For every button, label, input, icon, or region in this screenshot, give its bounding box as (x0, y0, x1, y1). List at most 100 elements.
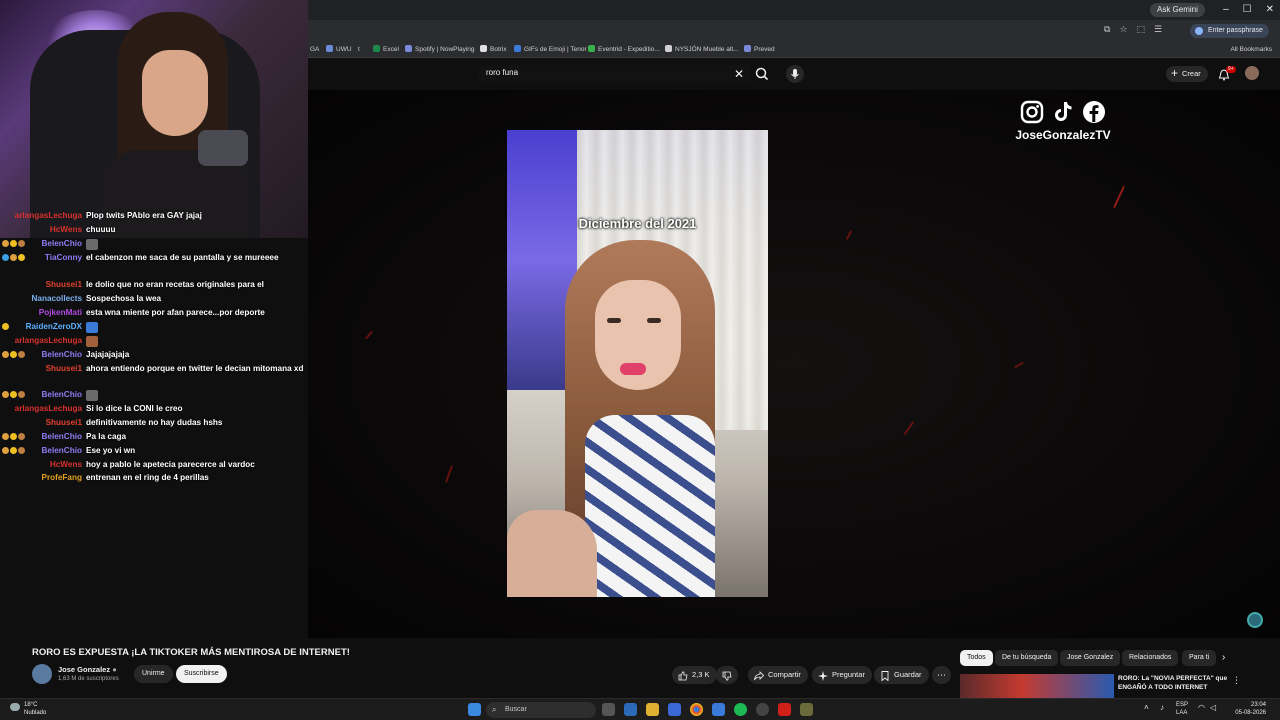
bookmark-item[interactable]: Excel (373, 44, 399, 56)
account-avatar[interactable] (1245, 66, 1259, 80)
bookmark-item[interactable]: Spotify | NowPlaying (405, 44, 475, 56)
bookmark-item[interactable]: t (358, 44, 360, 56)
install-icon[interactable]: ⧉ (1104, 24, 1110, 35)
bookmark-item[interactable]: GA (310, 44, 319, 56)
instagram-icon (1020, 100, 1044, 124)
extensions-icon[interactable]: ⬚ (1137, 24, 1146, 35)
bookmark-item[interactable]: NYSJÓN Mueble alt... (665, 44, 739, 56)
join-button[interactable]: Unirme (134, 665, 173, 683)
extension-bubble-icon[interactable] (1247, 612, 1263, 628)
chat-text: el cabenzon me saca de su pantalla y se … (86, 253, 279, 262)
save-button[interactable]: Guardar (874, 666, 929, 684)
bookmark-item[interactable]: UWU (326, 44, 352, 56)
taskbar-search[interactable]: ⌕ Buscar (486, 702, 596, 718)
related-video-thumbnail[interactable] (960, 674, 1114, 698)
obs-icon[interactable] (756, 703, 769, 716)
streamer-face (142, 50, 208, 136)
chip-related[interactable]: Relacionados (1122, 650, 1179, 666)
chip-for-you[interactable]: Para ti (1182, 650, 1217, 666)
chat-text: Ese yo vi wn (86, 446, 136, 455)
app-icon[interactable] (778, 703, 791, 716)
enter-passphrase-button[interactable]: Enter passphrase (1190, 24, 1269, 38)
language-indicator[interactable]: ESP LAA (1176, 701, 1188, 717)
chat-username: BelenChio (41, 350, 83, 359)
ask-button[interactable]: Preguntar (812, 666, 872, 684)
bookmark-item[interactable]: Eventrid - Expeditio... (588, 44, 660, 56)
store-icon[interactable] (668, 703, 681, 716)
chip-channel[interactable]: Jose Gonzalez (1060, 650, 1121, 666)
tray-chevron-icon[interactable]: ˄ (1144, 703, 1149, 712)
app-icon[interactable] (712, 703, 725, 716)
video-player[interactable]: Diciembre del 2021 JoseGonzalezTV (308, 90, 1280, 638)
clip-caption: Diciembre del 2021 (578, 216, 697, 231)
chat-text: hoy a pablo le apetecia parecerce al var… (86, 460, 255, 469)
chat-text: Sospechosa la wea (86, 294, 162, 303)
chat-text (86, 239, 306, 251)
task-view-icon[interactable] (602, 703, 615, 716)
sparkle-icon (818, 670, 828, 681)
chat-username: BelenChio (41, 432, 83, 441)
bookmark-item[interactable]: Botrix (480, 44, 507, 56)
user-badges (2, 240, 25, 247)
user-badges (2, 433, 25, 440)
person-eye (607, 318, 621, 323)
channel-handle: JoseGonzalezTV (1015, 128, 1111, 142)
person-arm (507, 510, 597, 597)
subscribe-button[interactable]: Suscribirse (176, 665, 227, 683)
search-query: roro funa (486, 68, 519, 77)
ember-decoration (1014, 361, 1024, 369)
clock[interactable]: 23:04 05-08-2026 (1235, 701, 1266, 717)
person-dress (585, 415, 715, 597)
microphone-icon[interactable] (786, 65, 804, 83)
person-lips (620, 363, 646, 375)
verified-icon: ● (112, 665, 117, 674)
share-button[interactable]: Compartir (748, 666, 808, 684)
chat-text: Pa la caga (86, 432, 127, 441)
chip-all[interactable]: Todos (960, 650, 993, 666)
volume-icon[interactable]: ◁ (1210, 703, 1216, 712)
close-window-button[interactable]: ✕ (1266, 2, 1274, 18)
related-menu-icon[interactable]: ⋮ (1232, 675, 1241, 686)
start-menu-icon[interactable] (468, 703, 481, 716)
chat-username: arlangasLechuga (14, 211, 82, 220)
minimize-button[interactable]: – (1223, 2, 1229, 18)
tiktok-icon (1051, 100, 1075, 124)
chat-text: definitivamente no hay dudas hshs (86, 418, 223, 427)
window-controls: – ☐ ✕ (1223, 2, 1274, 18)
widgets-icon[interactable] (624, 703, 637, 716)
bookmark-star-icon[interactable]: ☆ (1119, 24, 1127, 35)
like-button[interactable]: 2,3 K (672, 666, 717, 684)
chevron-right-icon[interactable]: › (1222, 652, 1225, 663)
app-icon[interactable] (800, 703, 813, 716)
create-button[interactable]: Crear (1166, 65, 1208, 82)
file-explorer-icon[interactable] (646, 703, 659, 716)
chat-text: entrenan en el ring de 4 perillas (86, 473, 209, 482)
ask-gemini-button[interactable]: Ask Gemini (1150, 3, 1205, 17)
chat-username: Shuusei1 (45, 364, 82, 373)
spotify-icon[interactable] (734, 703, 747, 716)
weather-widget[interactable]: 18°C Nublado (10, 701, 46, 717)
ember-decoration (365, 330, 373, 340)
clear-search-icon[interactable]: ✕ (734, 66, 744, 82)
chat-username: HcWens (49, 225, 82, 234)
tab-search-icon[interactable]: ☰ (1154, 24, 1162, 35)
chrome-icon[interactable] (690, 703, 703, 716)
bookmark-item[interactable]: Preved (744, 44, 775, 56)
chat-text: le dolio que no eran recetas originales … (86, 280, 264, 289)
all-bookmarks-button[interactable]: All Bookmarks (1230, 44, 1272, 56)
mic-tray-icon[interactable]: ♪ (1160, 703, 1164, 712)
related-video-title[interactable]: RORO: La "NOVIA PERFECTA" que ENGAÑÓ A T… (1118, 674, 1228, 692)
wifi-icon[interactable]: ◠ (1198, 703, 1205, 712)
channel-avatar[interactable] (32, 664, 52, 684)
ember-decoration (1113, 185, 1125, 209)
channel-name[interactable]: Jose Gonzalez ● (58, 665, 117, 674)
dislike-button[interactable] (716, 666, 738, 684)
chip-from-search[interactable]: De tu búsqueda (995, 650, 1059, 666)
chat-username: BelenChio (41, 390, 83, 399)
more-actions-button[interactable]: ⋯ (932, 666, 951, 684)
maximize-button[interactable]: ☐ (1243, 2, 1252, 18)
chat-emote (86, 322, 98, 333)
search-icon[interactable] (752, 65, 772, 83)
bookmark-item[interactable]: GIFs de Emoji | Tenor (514, 44, 587, 56)
search-input[interactable]: roro funa ✕ (478, 65, 750, 83)
